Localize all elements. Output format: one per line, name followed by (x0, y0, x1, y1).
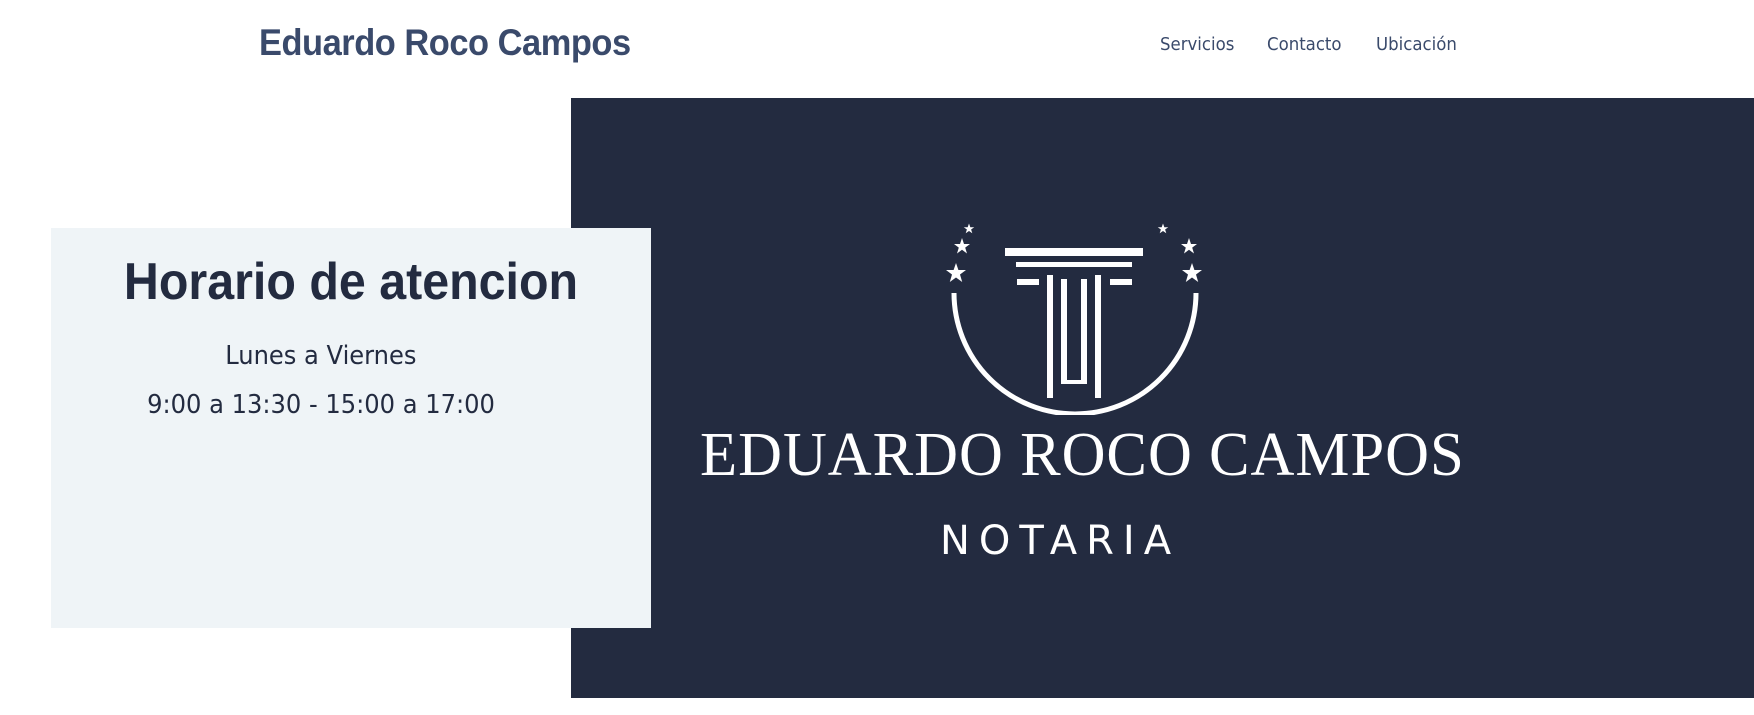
hours-card: Horario de atencion Lunes a Viernes 9:00… (51, 228, 651, 628)
hours-times: 9:00 a 13:30 - 15:00 a 17:00 (51, 390, 591, 420)
nav-link-servicios[interactable]: Servicios (1160, 34, 1241, 55)
brand-name: EDUARDO ROCO CAMPOS (700, 421, 1465, 489)
nav-link-label: Contacto (1267, 34, 1342, 55)
hours-days: Lunes a Viernes (51, 341, 591, 371)
nav-link-ubicacion[interactable]: Ubicación (1376, 34, 1464, 55)
nav-link-contacto[interactable]: Contacto (1267, 34, 1348, 55)
site-header: Eduardo Roco Campos Servicios Contacto U… (0, 0, 1754, 98)
brand-subtitle: NOTARIA (940, 518, 1181, 564)
nav-link-label: Servicios (1160, 34, 1235, 55)
nav-link-label: Ubicación (1376, 34, 1457, 55)
hours-title: Horario de atencion (123, 253, 579, 311)
hours-days-text: Lunes a Viernes (225, 341, 417, 371)
column-with-stars-icon (940, 215, 1210, 417)
hours-times-text: 9:00 a 13:30 - 15:00 a 17:00 (147, 390, 495, 420)
site-title[interactable]: Eduardo Roco Campos (259, 22, 631, 64)
